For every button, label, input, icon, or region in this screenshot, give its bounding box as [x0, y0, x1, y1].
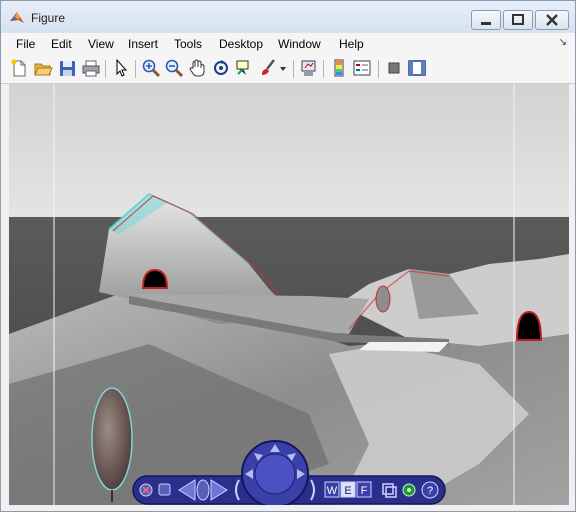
rotate-3d-icon[interactable]: [211, 58, 231, 78]
nav-help-label: ?: [427, 485, 433, 497]
toolbar-separator: [293, 60, 294, 78]
nav-f-label: F: [361, 485, 368, 497]
window-title: Figure: [31, 11, 66, 25]
print-icon[interactable]: [81, 58, 101, 78]
open-file-icon[interactable]: [33, 58, 53, 78]
menu-file[interactable]: File: [13, 36, 38, 52]
brush-dropdown-arrow-icon[interactable]: [278, 58, 288, 78]
nav-forward-back-icon[interactable]: [196, 479, 210, 501]
save-icon[interactable]: [57, 58, 77, 78]
toolbar-separator: [378, 60, 379, 78]
zoom-out-icon[interactable]: [164, 58, 184, 78]
link-plot-icon[interactable]: [299, 58, 319, 78]
legend-icon[interactable]: [352, 58, 372, 78]
toolbar-separator: [135, 60, 136, 78]
show-plot-tools-icon[interactable]: [407, 58, 427, 78]
edit-plot-pointer-icon[interactable]: [111, 58, 131, 78]
menu-insert[interactable]: Insert: [125, 36, 161, 52]
hot-air-balloon: [91, 387, 133, 491]
menu-view[interactable]: View: [85, 36, 117, 52]
dock-arrow-icon[interactable]: ↘: [559, 37, 567, 48]
zoom-in-icon[interactable]: [141, 58, 161, 78]
menu-edit[interactable]: Edit: [48, 36, 75, 52]
minimize-button[interactable]: [471, 10, 501, 30]
figure-window: Figure File Edit View Insert Tools Deskt…: [0, 0, 576, 512]
tunnel-right: [515, 310, 543, 341]
toolbar-separator: [323, 60, 324, 78]
title-bar: Figure: [1, 1, 575, 33]
nav-e-label: E: [344, 485, 351, 497]
new-figure-icon[interactable]: [9, 58, 29, 78]
distant-balloon: [375, 285, 391, 313]
menu-help[interactable]: Help: [336, 36, 367, 52]
maximize-button[interactable]: [503, 10, 533, 30]
colorbar-icon[interactable]: [329, 58, 349, 78]
tunnel-left: [141, 268, 169, 289]
toolbar-separator: [105, 60, 106, 78]
matlab-logo-icon: [9, 10, 25, 26]
nav-w-label: W: [327, 485, 338, 497]
menu-tools[interactable]: Tools: [171, 36, 205, 52]
menu-bar: File Edit View Insert Tools Desktop Wind…: [1, 33, 575, 55]
figure-toolbar: [1, 55, 575, 84]
hide-plot-tools-icon[interactable]: [384, 58, 404, 78]
menu-desktop[interactable]: Desktop: [216, 36, 266, 52]
figure-axes-3d-scene[interactable]: W E F ?: [9, 84, 569, 505]
close-button[interactable]: [535, 10, 569, 30]
sky-backdrop: [9, 84, 569, 217]
menu-window[interactable]: Window: [275, 36, 324, 52]
pan-hand-icon[interactable]: [188, 58, 208, 78]
nav-dial-center: [254, 453, 296, 495]
nav-minimize-icon[interactable]: [158, 483, 171, 496]
brush-icon[interactable]: [258, 58, 278, 78]
data-cursor-icon[interactable]: [234, 58, 254, 78]
